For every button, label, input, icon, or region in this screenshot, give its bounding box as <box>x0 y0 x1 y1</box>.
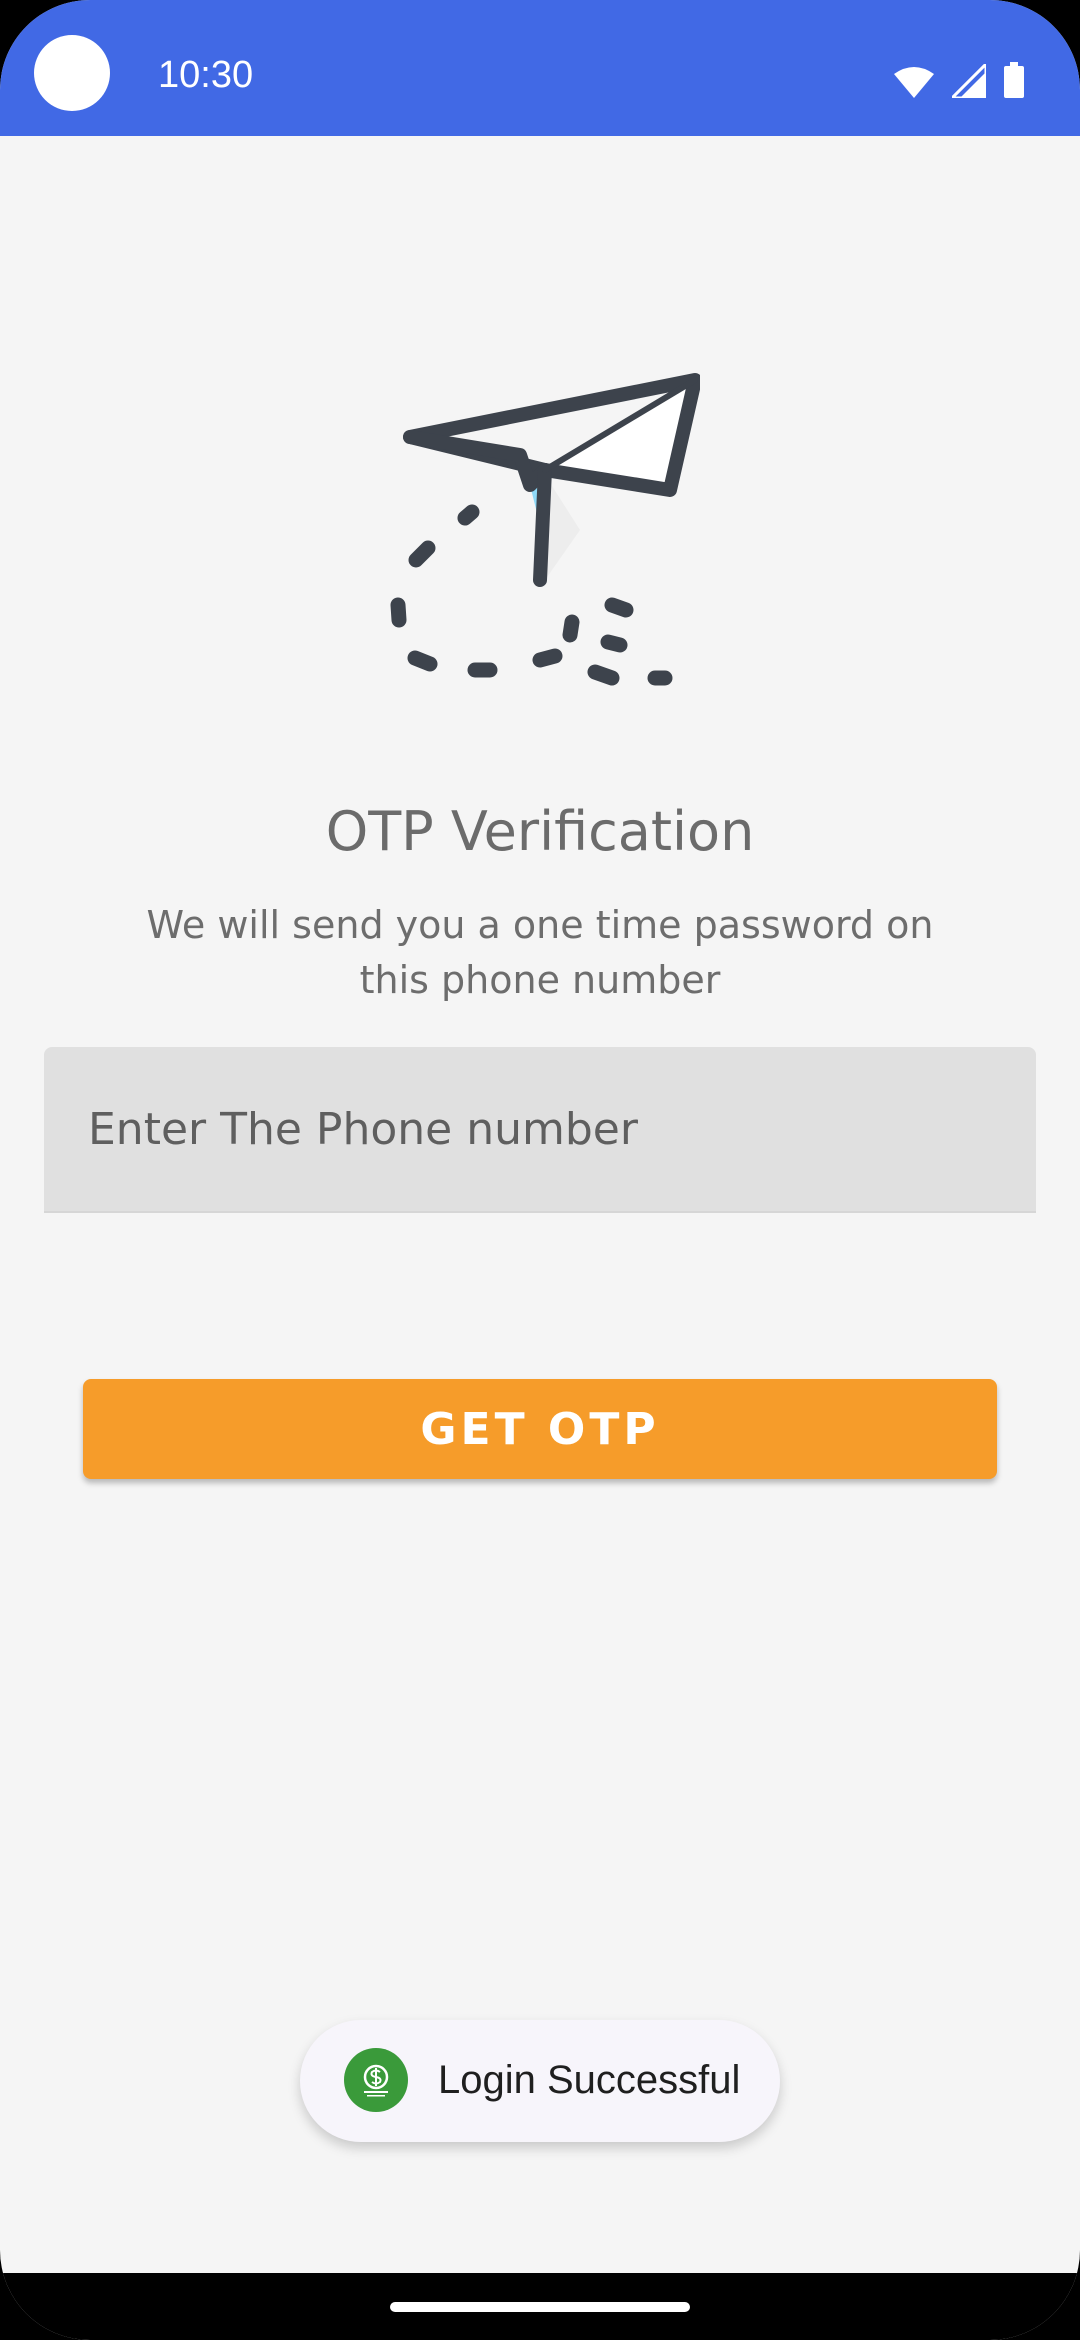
wifi-icon <box>894 66 934 98</box>
page-subtitle: We will send you a one time password on … <box>146 903 934 1002</box>
home-indicator[interactable] <box>390 2302 690 2312</box>
get-otp-button[interactable]: GET OTP <box>83 1379 997 1479</box>
page-title: OTP Verification <box>325 800 755 863</box>
status-icons <box>894 62 1024 98</box>
status-time: 10:30 <box>158 54 254 96</box>
battery-icon <box>1004 62 1024 98</box>
app-logo-icon <box>344 2048 408 2112</box>
camera-cutout <box>34 35 110 111</box>
toast: Login Successful <box>300 2020 780 2142</box>
paper-plane-icon <box>380 360 702 690</box>
phone-number-input[interactable] <box>44 1047 1036 1211</box>
otp-screen: 10:30 OTP Verification We will send you … <box>0 0 1080 2340</box>
phone-field[interactable] <box>44 1047 1036 1213</box>
status-bar: 10:30 <box>0 0 1080 136</box>
toast-message: Login Successful <box>438 2058 741 2102</box>
cell-signal-icon <box>952 64 986 98</box>
